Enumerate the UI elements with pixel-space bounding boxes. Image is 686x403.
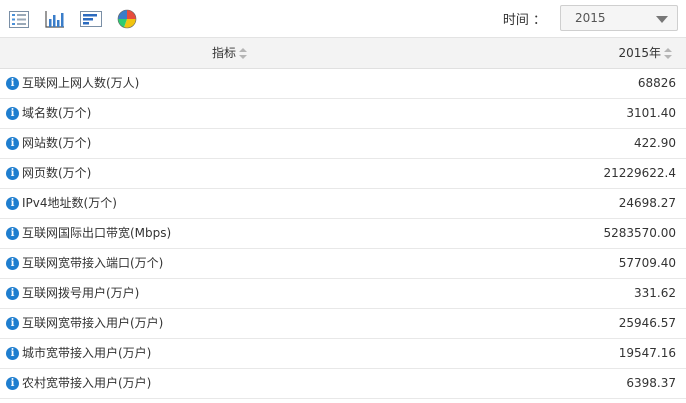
table-row: i 农村宽带接入用户(万户) 6398.37 — [0, 369, 686, 399]
view-switcher — [8, 8, 138, 30]
table-row: i IPv4地址数(万个) 24698.27 — [0, 189, 686, 219]
table-view-icon[interactable] — [8, 8, 30, 30]
row-value: 3101.40 — [626, 106, 676, 120]
row-value: 57709.40 — [618, 256, 676, 270]
row-value: 5283570.00 — [603, 226, 676, 240]
table-row: i 网页数(万个) 21229622.4 — [0, 159, 686, 189]
info-icon[interactable]: i — [6, 77, 19, 90]
info-icon[interactable]: i — [6, 287, 19, 300]
row-indicator-name: 城市宽带接入用户(万户) — [22, 346, 152, 360]
row-value: 68826 — [637, 76, 676, 90]
row-indicator-name: IPv4地址数(万个) — [22, 196, 117, 210]
table-row: i 网站数(万个) 422.90 — [0, 129, 686, 159]
toolbar: 时间 ： 2015 — [0, 0, 686, 38]
chevron-down-icon — [656, 16, 668, 23]
table-row: i 城市宽带接入用户(万户) 19547.16 — [0, 339, 686, 369]
row-indicator-name: 域名数(万个) — [22, 106, 92, 120]
sort-icon — [239, 48, 248, 59]
row-value: 422.90 — [634, 136, 676, 150]
info-icon[interactable]: i — [6, 197, 19, 210]
info-icon[interactable]: i — [6, 377, 19, 390]
year-select[interactable]: 2015 — [560, 5, 678, 31]
info-icon[interactable]: i — [6, 137, 19, 150]
row-indicator-name: 网站数(万个) — [22, 136, 92, 150]
row-indicator-name: 网页数(万个) — [22, 166, 92, 180]
table-row: i 互联网国际出口带宽(Mbps) 5283570.00 — [0, 219, 686, 249]
column-header-year[interactable]: 2015年 — [618, 38, 672, 68]
table-row: i 互联网上网人数(万人) 68826 — [0, 69, 686, 99]
row-value: 25946.57 — [618, 316, 676, 330]
time-label: 时间 ： — [502, 12, 546, 28]
row-value: 24698.27 — [618, 196, 676, 210]
bar-chart-icon[interactable] — [44, 8, 66, 30]
info-icon[interactable]: i — [6, 227, 19, 240]
row-value: 331.62 — [634, 286, 676, 300]
row-indicator-name: 互联网宽带接入端口(万个) — [22, 256, 164, 270]
row-indicator-name: 互联网拨号用户(万户) — [22, 286, 140, 300]
horizontal-bar-chart-icon[interactable] — [80, 8, 102, 30]
pie-chart-icon[interactable] — [116, 8, 138, 30]
info-icon[interactable]: i — [6, 317, 19, 330]
sort-icon — [664, 48, 672, 59]
table-body: i 互联网上网人数(万人) 68826 i 域名数(万个) 3101.40 i 网站数(万… — [0, 69, 686, 399]
row-indicator-name: 农村宽带接入用户(万户) — [22, 376, 152, 390]
column-header-indicator-label: 指标 — [212, 46, 237, 60]
table-row: i 互联网拨号用户(万户) 331.62 — [0, 279, 686, 309]
info-icon[interactable]: i — [6, 347, 19, 360]
row-value: 6398.37 — [626, 376, 676, 390]
info-icon[interactable]: i — [6, 107, 19, 120]
table-row: i 域名数(万个) 3101.40 — [0, 99, 686, 129]
info-icon[interactable]: i — [6, 167, 19, 180]
row-indicator-name: 互联网国际出口带宽(Mbps) — [22, 226, 172, 240]
year-select-value: 2015 — [575, 11, 606, 25]
table-row: i 互联网宽带接入用户(万户) 25946.57 — [0, 309, 686, 339]
row-indicator-name: 互联网上网人数(万人) — [22, 76, 140, 90]
info-icon[interactable]: i — [6, 257, 19, 270]
row-indicator-name: 互联网宽带接入用户(万户) — [22, 316, 164, 330]
table-header: 指标 2015年 — [0, 38, 686, 69]
column-header-year-label: 2015年 — [618, 46, 661, 60]
time-filter: 时间 ： 2015 — [503, 5, 678, 31]
row-value: 21229622.4 — [603, 166, 676, 180]
row-value: 19547.16 — [618, 346, 676, 360]
column-header-indicator[interactable]: 指标 — [212, 38, 248, 68]
table-row: i 互联网宽带接入端口(万个) 57709.40 — [0, 249, 686, 279]
